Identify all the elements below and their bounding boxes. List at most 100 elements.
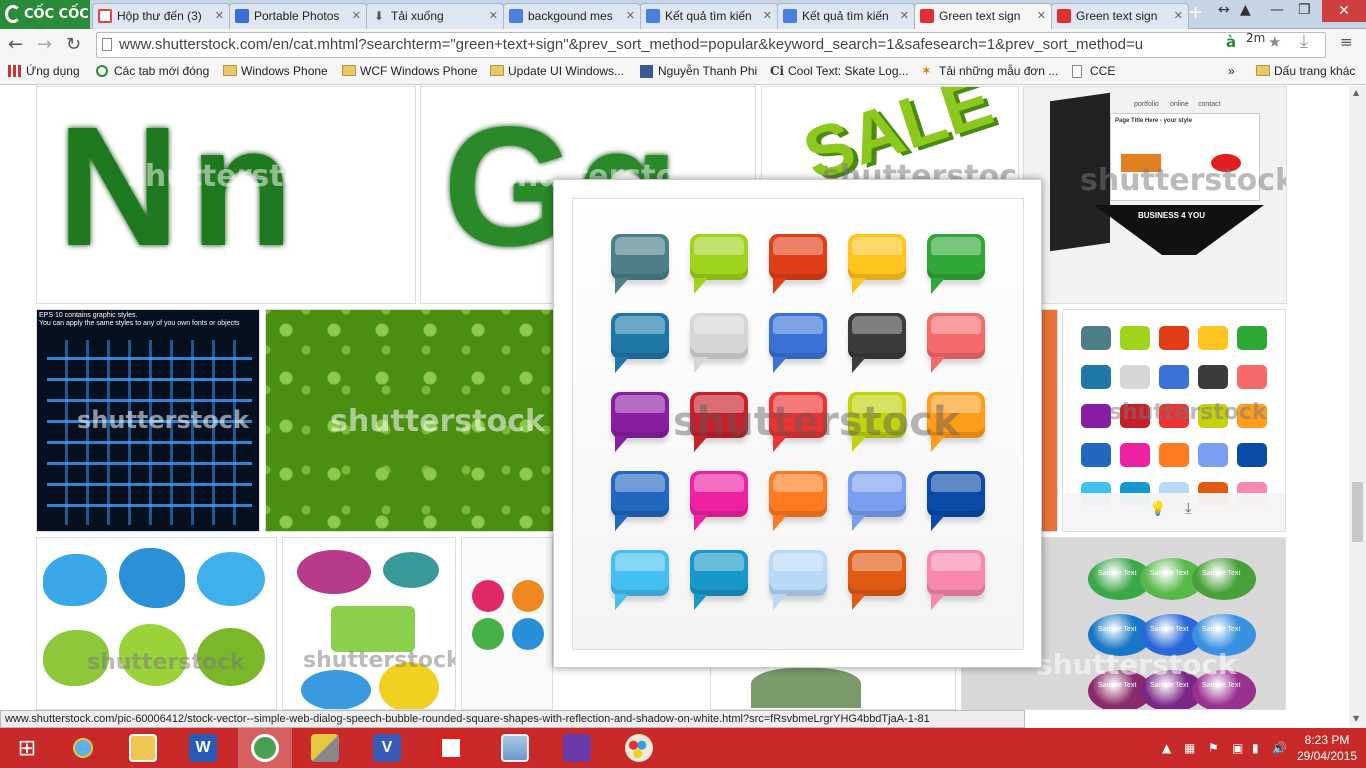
bookmark-apps[interactable]: Ứng dụng [8, 64, 80, 78]
bookmark-other[interactable]: Dấu trang khác [1256, 64, 1355, 78]
tray-signal-icon[interactable]: ▮ [1252, 741, 1259, 755]
thumb-eco-pattern[interactable]: shutterstock [265, 309, 555, 532]
coccoc-logo[interactable]: CỐC CỐC [0, 0, 90, 29]
apps-icon [8, 65, 22, 77]
resize-icon[interactable]: ↔ [1218, 2, 1230, 18]
download-icon[interactable]: ⤓ [1185, 499, 1192, 517]
close-tab-icon[interactable]: ✕ [1174, 4, 1183, 28]
taskbar-internet-explorer[interactable] [56, 728, 110, 768]
tray-network-icon[interactable]: ▦ [1184, 741, 1195, 755]
thumb-speech-bubbles-small[interactable]: 💡 ⤓ shutterstock [1062, 309, 1286, 532]
speech-bubble-tail [694, 357, 708, 373]
tab-search-results-2[interactable]: Kết quả tìm kiến ✕ [777, 3, 915, 29]
system-clock[interactable]: 8:23 PM 29/04/2015 [1292, 732, 1362, 764]
paint-icon [625, 734, 653, 762]
small-speech-bubble [1198, 365, 1228, 389]
close-tab-icon[interactable]: ✕ [215, 4, 224, 28]
tab-search-results-1[interactable]: Kết quả tìm kiến ✕ [640, 3, 778, 29]
taskbar-visual-studio-red[interactable] [424, 728, 478, 768]
back-icon[interactable]: ← [8, 34, 23, 55]
reload-icon[interactable]: ↻ [66, 34, 81, 55]
clock-date: 29/04/2015 [1296, 749, 1358, 763]
taskbar-coccoc[interactable] [238, 728, 292, 768]
url-field[interactable]: www.shutterstock.com/en/cat.mhtml?search… [96, 32, 1326, 58]
close-tab-icon[interactable]: ✕ [489, 4, 498, 28]
vertical-scrollbar[interactable]: ▲ ▼ [1349, 86, 1366, 728]
tab-green-text-sign[interactable]: Green text sign ✕ [1051, 3, 1189, 29]
status-bar-url: www.shutterstock.com/pic-60006412/stock-… [0, 710, 1025, 728]
speech-bubble-tail [852, 357, 866, 373]
menu-icon[interactable]: ≡ [1340, 33, 1353, 51]
taskbar-visual-studio[interactable] [550, 728, 604, 768]
upload-icon[interactable]: ▲ [1240, 2, 1251, 18]
thumb-colorful-bubbles[interactable]: shutterstock [282, 537, 456, 710]
start-button[interactable]: ⊞ [0, 728, 54, 768]
thumb-clouds[interactable]: shutterstock [36, 537, 277, 710]
download-badge[interactable]: 2m [1246, 31, 1265, 45]
bookmark-windows-phone[interactable]: Windows Phone [223, 64, 328, 78]
taskbar-photo-viewer[interactable] [488, 728, 542, 768]
thumb-orange-partial[interactable] [1040, 309, 1058, 532]
taskbar-paint[interactable] [612, 728, 666, 768]
bookmark-update-ui-windows[interactable]: Update UI Windows... [490, 64, 624, 78]
google-icon [783, 9, 797, 23]
tab-green-text-sign-active[interactable]: Green text sign ✕ [914, 3, 1052, 30]
close-tab-icon[interactable]: ✕ [763, 4, 772, 28]
taskbar-word[interactable]: W [176, 728, 230, 768]
tab-mail[interactable]: Hộp thư đến (3) ✕ [92, 3, 230, 29]
speech-bubble-tail [694, 515, 708, 531]
close-tab-icon[interactable]: ✕ [352, 4, 361, 28]
sample-text-label: Sample Text [1150, 626, 1189, 633]
speech-bubble [927, 234, 985, 294]
watermark: shutterstock [1109, 400, 1267, 425]
bookmark-recent-tabs[interactable]: Các tab mới đóng [96, 64, 209, 78]
tray-volume-icon[interactable]: 🔊 [1272, 741, 1287, 755]
scrollbar-thumb[interactable] [1352, 482, 1363, 542]
thumb-grass-letters-nn[interactable]: Nn shutterstock [36, 86, 416, 304]
speech-bubble-tail [931, 357, 945, 373]
download-manager-icon[interactable]: ⤓ [1300, 31, 1308, 52]
tab-portable-photoshop[interactable]: Portable Photos ✕ [229, 3, 367, 29]
thumb-web-template[interactable]: portfolio online contact Page Title Here… [1023, 86, 1287, 304]
close-window-button[interactable]: ✕ [1322, 0, 1366, 22]
tray-expand-icon[interactable]: ▲ [1162, 741, 1171, 755]
taskbar-file-explorer[interactable] [116, 728, 170, 768]
speech-bubble-tail [852, 278, 866, 294]
close-tab-icon[interactable]: ✕ [626, 4, 635, 28]
bookmark-cce[interactable]: CCE [1072, 64, 1115, 78]
bookmark-nguyen-thanh-phi[interactable]: Nguyễn Thanh Phi [640, 64, 757, 78]
lightbox-icon[interactable]: 💡 [1149, 501, 1166, 517]
bookmark-cool-text[interactable]: Ci Cool Text: Skate Log... [770, 64, 909, 78]
folder-icon [223, 65, 237, 76]
folder-icon [342, 65, 356, 76]
coccoc-logo-icon [5, 5, 21, 23]
tab-downloads[interactable]: ⬇ Tải xuống ✕ [366, 3, 504, 29]
thumb-web-elements[interactable] [461, 537, 553, 710]
eps-note-line2: You can apply the same styles to any of … [39, 320, 240, 327]
tab-background-search[interactable]: backgound mes ✕ [503, 3, 641, 29]
scroll-up-icon[interactable]: ▲ [1353, 88, 1359, 97]
dictionary-icon[interactable]: à [1226, 33, 1236, 51]
taskbar-tools[interactable] [298, 728, 352, 768]
small-speech-bubble [1081, 365, 1111, 389]
close-tab-icon[interactable]: ✕ [1037, 4, 1046, 28]
minimize-button[interactable]: — [1270, 2, 1284, 18]
bookmark-wcf-windows-phone[interactable]: WCF Windows Phone [342, 64, 477, 78]
new-tab-button[interactable]: + [1188, 2, 1203, 23]
star-icon[interactable]: ★ [1268, 33, 1281, 51]
file-explorer-icon [129, 734, 157, 762]
close-tab-icon[interactable]: ✕ [900, 4, 909, 28]
speech-bubble-tail [615, 594, 629, 610]
thumb-neon-alphabet[interactable]: EPS 10 contains graphic styles. You can … [36, 309, 260, 532]
tray-monitor-icon[interactable]: ▣ [1232, 741, 1243, 755]
scroll-down-icon[interactable]: ▼ [1353, 714, 1359, 723]
forward-icon[interactable]: → [37, 34, 52, 55]
taskbar-visio[interactable]: V [360, 728, 414, 768]
tray-flag-icon[interactable]: ⚑ [1208, 741, 1219, 755]
speech-bubble [769, 313, 827, 373]
bookmark-overflow[interactable]: » [1228, 64, 1235, 78]
vase-image [751, 668, 861, 708]
maximize-button[interactable]: ❐ [1298, 2, 1311, 18]
bookmark-download-forms[interactable]: ✶ Tải những mẫu đơn ... [921, 64, 1058, 78]
image-preview-popup[interactable]: shutterstock [553, 179, 1042, 668]
